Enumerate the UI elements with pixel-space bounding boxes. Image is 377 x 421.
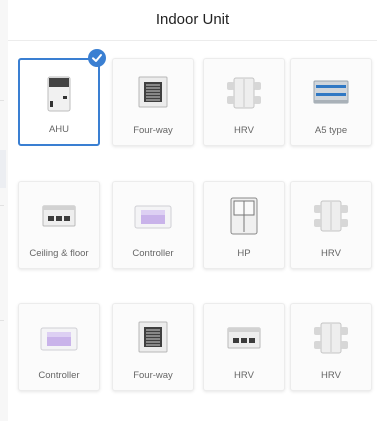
unit-label: Four-way [133, 370, 173, 381]
unit-label: AHU [48, 124, 70, 135]
unit-tile[interactable]: HRV [203, 58, 285, 146]
four-way-cassette-icon [113, 73, 193, 113]
hrv-icon [291, 196, 371, 236]
unit-label: HRV [321, 248, 341, 259]
unit-tile[interactable]: Controller [112, 181, 194, 269]
unit-tile[interactable]: AHU [18, 58, 100, 146]
unit-label: Ceiling & floor [29, 248, 89, 259]
controller-icon [19, 318, 99, 358]
unit-label: Four-way [133, 125, 173, 136]
hrv-icon [204, 73, 284, 113]
unit-tile[interactable]: HRV [203, 303, 285, 391]
unit-label: Controller [38, 370, 80, 381]
ceiling-floor-icon [204, 318, 284, 358]
unit-tile[interactable]: Controller [18, 303, 100, 391]
unit-label: HRV [321, 370, 341, 381]
unit-label: HRV [234, 370, 254, 381]
hp-icon [204, 196, 284, 236]
a5-type-icon [291, 73, 371, 113]
header-divider [8, 40, 377, 41]
unit-tile[interactable]: HRV [290, 303, 372, 391]
unit-tile[interactable]: Four-way [112, 303, 194, 391]
controller-icon [113, 196, 193, 236]
four-way-cassette-icon [113, 318, 193, 358]
left-edge-strip [0, 0, 8, 421]
hrv-icon [291, 318, 371, 358]
unit-tile[interactable]: HP [203, 181, 285, 269]
unit-label: HRV [234, 125, 254, 136]
left-edge-block [0, 150, 6, 188]
unit-label: HP [237, 248, 251, 259]
unit-label: Controller [132, 248, 174, 259]
ahu-icon [20, 74, 98, 114]
unit-tile[interactable]: Four-way [112, 58, 194, 146]
unit-label: A5 type [314, 125, 348, 136]
unit-tile[interactable]: HRV [290, 181, 372, 269]
ceiling-floor-icon [19, 196, 99, 236]
unit-tile[interactable]: A5 type [290, 58, 372, 146]
page-title: Indoor Unit [155, 11, 230, 28]
selected-check-icon [88, 49, 106, 67]
unit-tile[interactable]: Ceiling & floor [18, 181, 100, 269]
